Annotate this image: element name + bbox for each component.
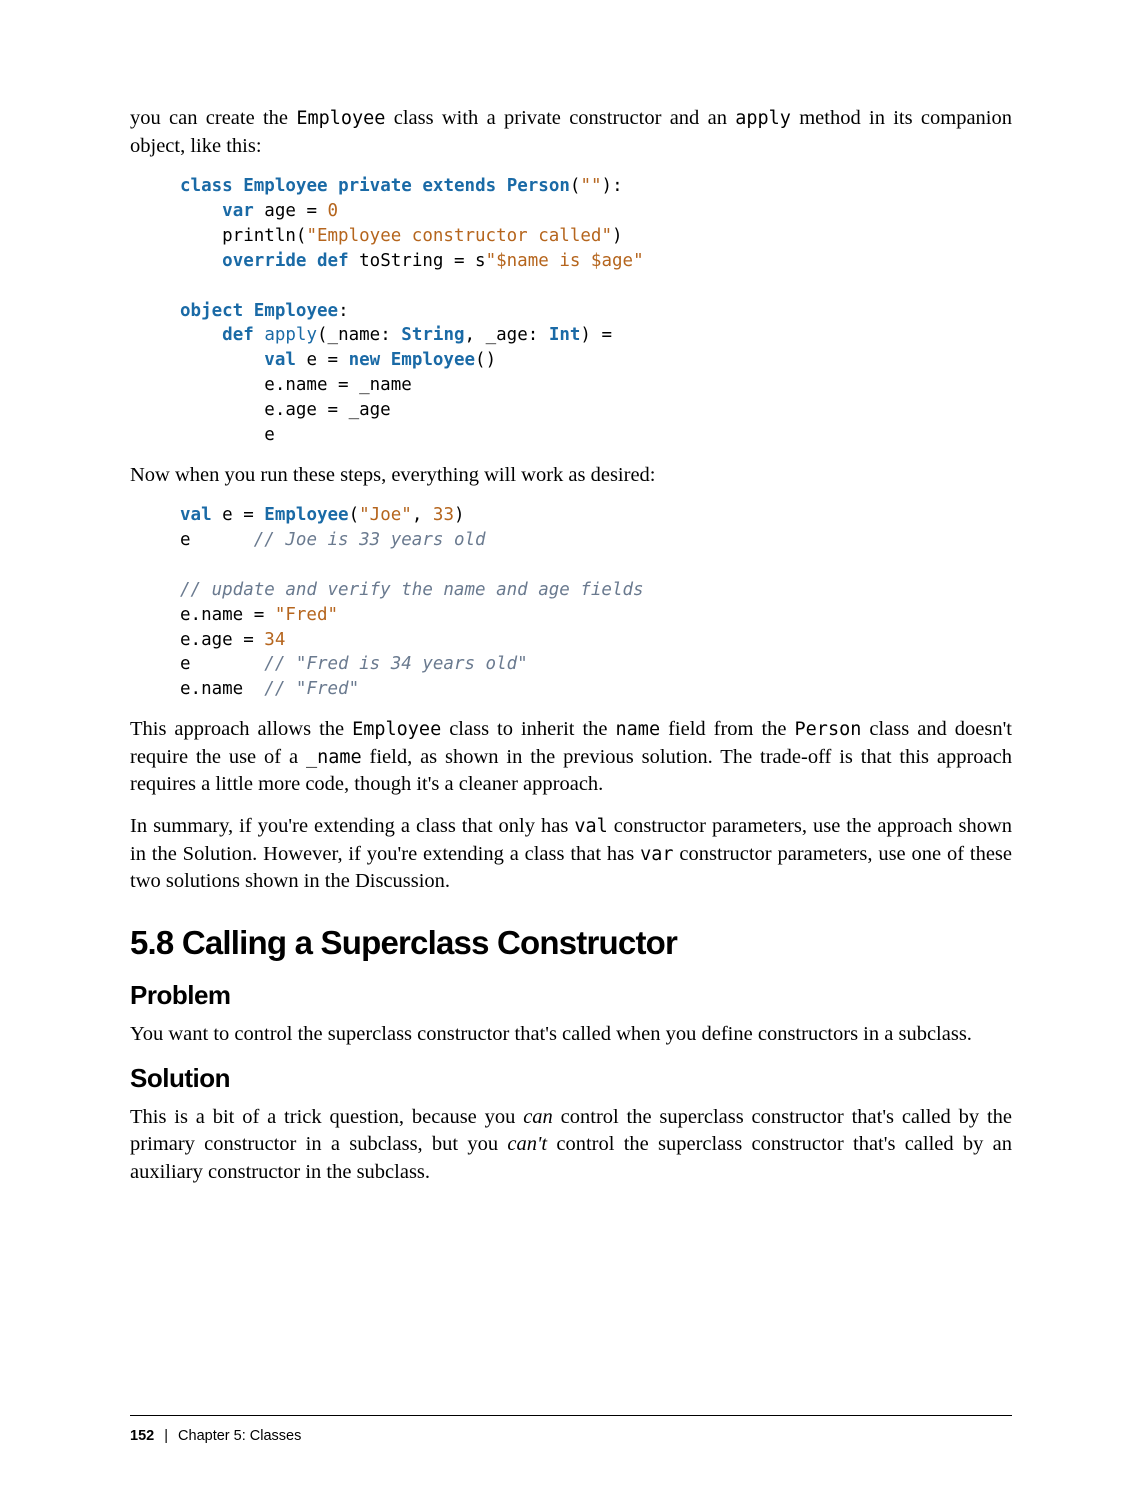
page-footer: 152 | Chapter 5: Classes [130,1415,1012,1444]
inline-code: apply [735,108,791,129]
page-number: 152 [130,1428,154,1444]
code-block-1: class Employee private extends Person(""… [180,174,1012,447]
problem-heading: Problem [130,980,1012,1011]
emphasis: can't [507,1133,547,1155]
inline-code: name [616,719,661,740]
inline-code: Employee [352,719,441,740]
code-block-2: val e = Employee("Joe", 33) e // Joe is … [180,503,1012,702]
inline-code: _name [306,747,362,768]
intro-paragraph-1: you can create the Employee class with a… [130,105,1012,160]
footer-separator: | [158,1428,174,1444]
solution-heading: Solution [130,1063,1012,1094]
inline-code: val [574,816,607,837]
paragraph-3: This approach allows the Employee class … [130,716,1012,799]
paragraph-2: Now when you run these steps, everything… [130,462,1012,490]
inline-code: Person [795,719,862,740]
inline-code: Employee [296,108,385,129]
emphasis: can [523,1106,553,1128]
paragraph-4: In summary, if you're extending a class … [130,813,1012,896]
solution-paragraph: This is a bit of a trick question, becau… [130,1104,1012,1187]
problem-paragraph: You want to control the superclass const… [130,1021,1012,1049]
inline-code: var [640,844,673,865]
chapter-label: Chapter 5: Classes [178,1428,301,1444]
section-title: 5.8 Calling a Superclass Constructor [130,924,1012,962]
